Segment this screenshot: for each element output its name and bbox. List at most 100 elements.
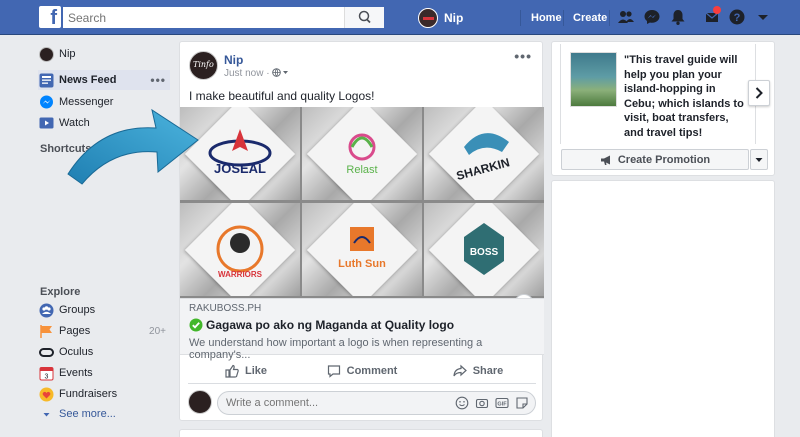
divider [560, 44, 561, 144]
post-image-grid[interactable]: JOSEAL Relast SHARKIN WARRIORS Luth Sun … [180, 107, 544, 298]
logo-text: JOSEAL [214, 161, 266, 176]
sidebar-item-label: Groups [59, 304, 96, 316]
logo-text: BOSS [470, 247, 499, 258]
sidebar-item-label: Pages [59, 325, 91, 337]
sidebar-profile-name: Nip [59, 48, 76, 60]
comment-box: GIF [217, 391, 536, 415]
like-label: Like [244, 364, 267, 377]
sidebar-item-pages[interactable]: Pages 20+ [38, 321, 170, 341]
sidebar-item-label: Oculus [59, 346, 94, 358]
logo-text: WARRIORS [218, 270, 263, 279]
sidebar-item-events[interactable]: 3 Events [38, 363, 170, 383]
logo-image[interactable]: WARRIORS [180, 203, 300, 296]
next-post-card [179, 429, 543, 437]
globe-icon[interactable] [272, 68, 290, 78]
logo-image[interactable]: Relast [302, 107, 422, 200]
sidebar-item-news-feed[interactable]: News Feed ••• [38, 70, 170, 90]
like-button[interactable]: Like [188, 358, 304, 383]
logo-image[interactable]: BOSS [424, 203, 544, 296]
top-navigation-bar: f Nip Home Create ? [0, 0, 800, 35]
post-author-avatar[interactable]: Tinfo [189, 51, 218, 80]
link-title-text: Gagawa po ako ng Maganda at Quality logo [206, 318, 455, 332]
fundraisers-icon [38, 386, 54, 402]
chevron-down-icon [755, 157, 763, 162]
sidebar-item-label: Events [59, 367, 93, 379]
megaphone-icon [600, 155, 610, 165]
see-more-label: See more... [59, 408, 116, 420]
sidebar-profile[interactable]: Nip [38, 44, 170, 64]
like-icon [225, 364, 239, 378]
comment-button[interactable]: Comment [304, 358, 420, 383]
news-feed-icon [38, 72, 54, 88]
post-card: Tinfo Nip Just now · ••• I make beautifu… [179, 41, 544, 421]
logo-image[interactable]: Luth Sun [302, 203, 422, 296]
svg-text:GIF: GIF [497, 402, 507, 408]
create-promotion-label: Create Promotion [617, 153, 711, 166]
notification-badge [713, 6, 721, 14]
comment-icon [327, 364, 340, 378]
sidebar-item-label: News Feed [59, 74, 117, 86]
events-icon: 3 [38, 365, 54, 381]
logo-image[interactable]: SHARKIN [424, 107, 544, 200]
svg-text:?: ? [734, 12, 741, 24]
friends-icon[interactable] [617, 8, 635, 26]
chevron-down-icon[interactable] [754, 8, 772, 26]
divider [563, 10, 564, 26]
post-author-name[interactable]: Nip [224, 53, 243, 67]
messenger-icon[interactable] [643, 8, 661, 26]
profile-link[interactable]: Nip [418, 7, 463, 29]
emoji-icon[interactable] [455, 396, 469, 410]
help-icon[interactable]: ? [728, 8, 746, 26]
create-promotion-button[interactable]: Create Promotion [561, 149, 749, 170]
link-title[interactable]: Gagawa po ako ng Maganda at Quality logo [189, 318, 454, 332]
comment-tools: GIF [455, 396, 529, 410]
oculus-icon [38, 344, 54, 360]
sidebar-item-fundraisers[interactable]: Fundraisers [38, 384, 170, 404]
promotion-text[interactable]: "This travel guide will help you plan yo… [624, 53, 748, 140]
chevron-down-icon [38, 406, 54, 422]
share-icon [453, 364, 467, 376]
see-more-link[interactable]: See more... [38, 404, 170, 424]
link-domain: RAKUBOSS.PH [189, 303, 262, 314]
svg-text:3: 3 [44, 373, 48, 380]
right-column-card [551, 180, 775, 437]
pointer-arrow-icon [67, 108, 199, 185]
comment-label: Comment [346, 364, 398, 377]
create-link[interactable]: Create [573, 12, 607, 24]
more-options-icon[interactable]: ••• [150, 73, 166, 87]
bell-icon[interactable] [669, 8, 687, 26]
share-label: Share [472, 364, 504, 377]
facebook-logo[interactable]: f [39, 6, 61, 28]
messenger-icon [38, 94, 54, 110]
post-time-text: Just now · [224, 68, 270, 79]
share-button[interactable]: Share [420, 358, 536, 383]
logo-text: SHARKIN [455, 155, 511, 183]
divider [520, 10, 521, 26]
pages-count: 20+ [149, 325, 166, 337]
avatar [38, 46, 54, 62]
sidebar-item-label: Fundraisers [59, 388, 118, 400]
chevron-right-icon [755, 87, 763, 99]
watch-icon [38, 115, 54, 131]
post-actions: Like Comment Share [188, 358, 536, 384]
promotion-thumbnail[interactable] [570, 52, 617, 107]
camera-icon[interactable] [475, 396, 489, 410]
search-input[interactable] [63, 7, 343, 28]
promotion-dropdown-button[interactable] [750, 149, 768, 170]
sidebar-item-oculus[interactable]: Oculus [38, 342, 170, 362]
sidebar-item-groups[interactable]: Groups [38, 300, 170, 320]
promotion-card: "This travel guide will help you plan yo… [551, 41, 775, 176]
home-link[interactable]: Home [531, 12, 562, 24]
post-text: I make beautiful and quality Logos! [189, 89, 375, 103]
carousel-next-button[interactable] [748, 80, 770, 106]
comment-input[interactable] [218, 392, 418, 414]
avatar [418, 8, 438, 28]
search-box [63, 7, 384, 28]
groups-icon [38, 302, 54, 318]
post-options-icon[interactable]: ••• [514, 48, 532, 64]
search-button[interactable] [344, 7, 384, 28]
gif-icon[interactable]: GIF [495, 396, 509, 410]
avatar [188, 390, 212, 414]
sticker-icon[interactable] [515, 396, 529, 410]
link-preview[interactable]: RAKUBOSS.PH Gagawa po ako ng Maganda at … [180, 298, 544, 361]
